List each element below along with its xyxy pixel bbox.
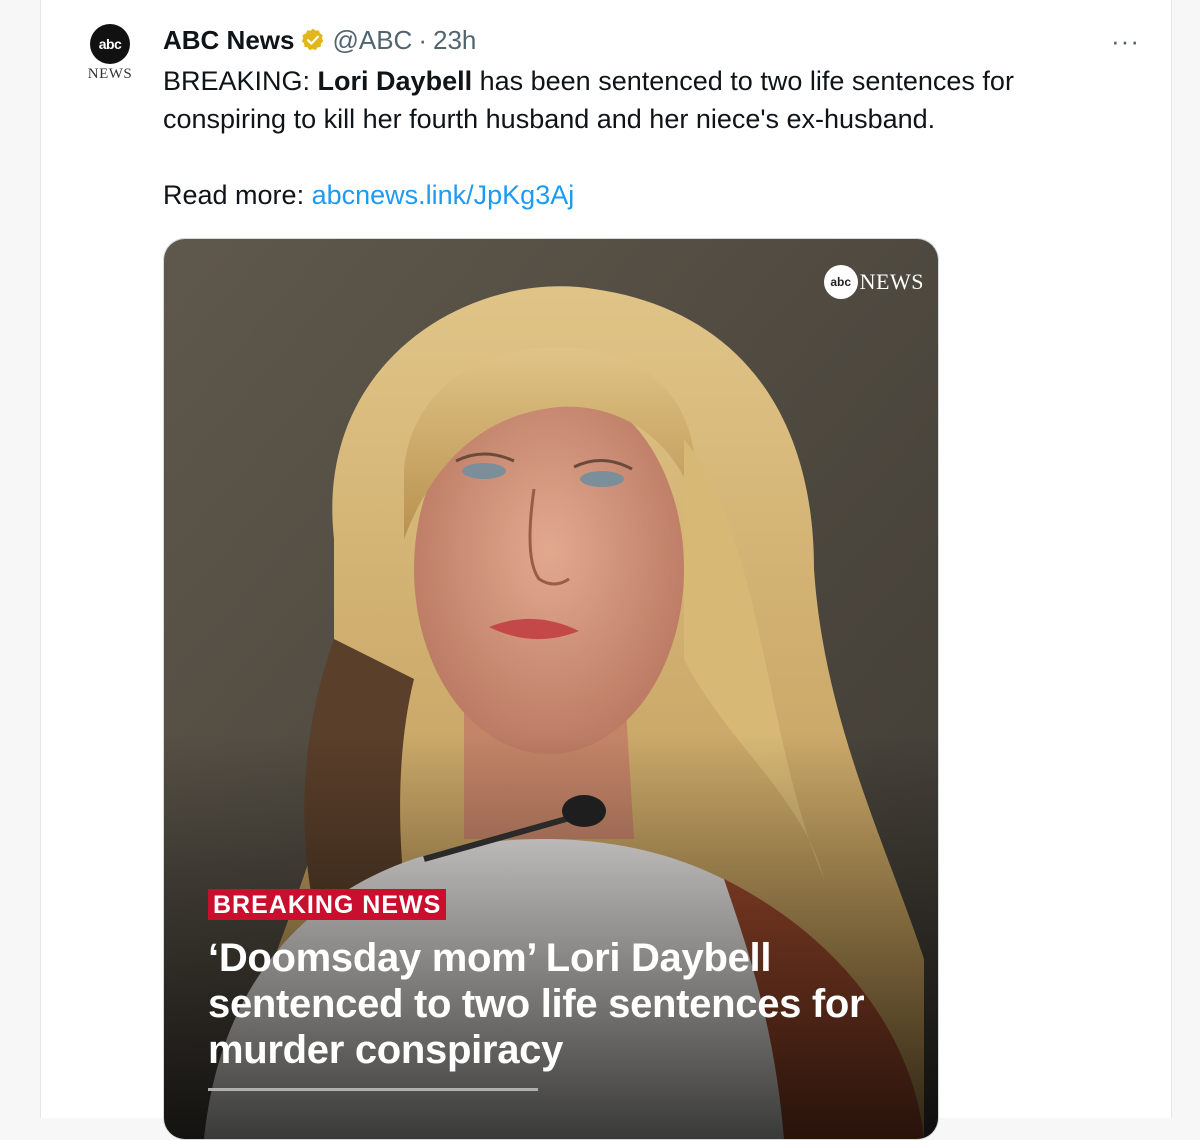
avatar-news-label: NEWS [87,66,133,82]
separator-dot: · [418,24,428,55]
media-headline: ‘Doomsday mom’ Lori Daybell sentenced to… [208,936,865,1072]
watermark-abc-logo-icon: abc [823,265,858,299]
headline-divider [208,1088,538,1091]
tweet-header: ABC News @ABC · 23h [163,24,476,56]
read-more-line: Read more: abcnews.link/JpKg3Aj [163,176,574,214]
avatar[interactable]: abc NEWS [78,24,142,88]
abc-news-watermark: abc NEWS [823,265,924,299]
abc-logo-icon: abc [90,24,130,64]
read-more-link[interactable]: abcnews.link/JpKg3Aj [312,180,575,210]
tweet-media-image[interactable]: abc NEWS BREAKING NEWS ‘Doomsday mom’ Lo… [163,238,939,1140]
breaking-news-badge: BREAKING NEWS [208,889,447,920]
tweet-text: BREAKING: Lori Daybell has been sentence… [163,62,1103,138]
watermark-news-label: NEWS [859,269,924,294]
text-prefix: BREAKING: [163,66,318,96]
more-options-icon[interactable]: ··· [1111,26,1140,57]
author-handle[interactable]: @ABC [332,25,412,56]
tweet-timestamp[interactable]: 23h [433,25,476,56]
author-name[interactable]: ABC News [163,25,294,56]
text-bold-name: Lori Daybell [317,66,473,96]
read-more-label: Read more: [163,180,312,210]
verified-badge-icon [300,27,326,53]
